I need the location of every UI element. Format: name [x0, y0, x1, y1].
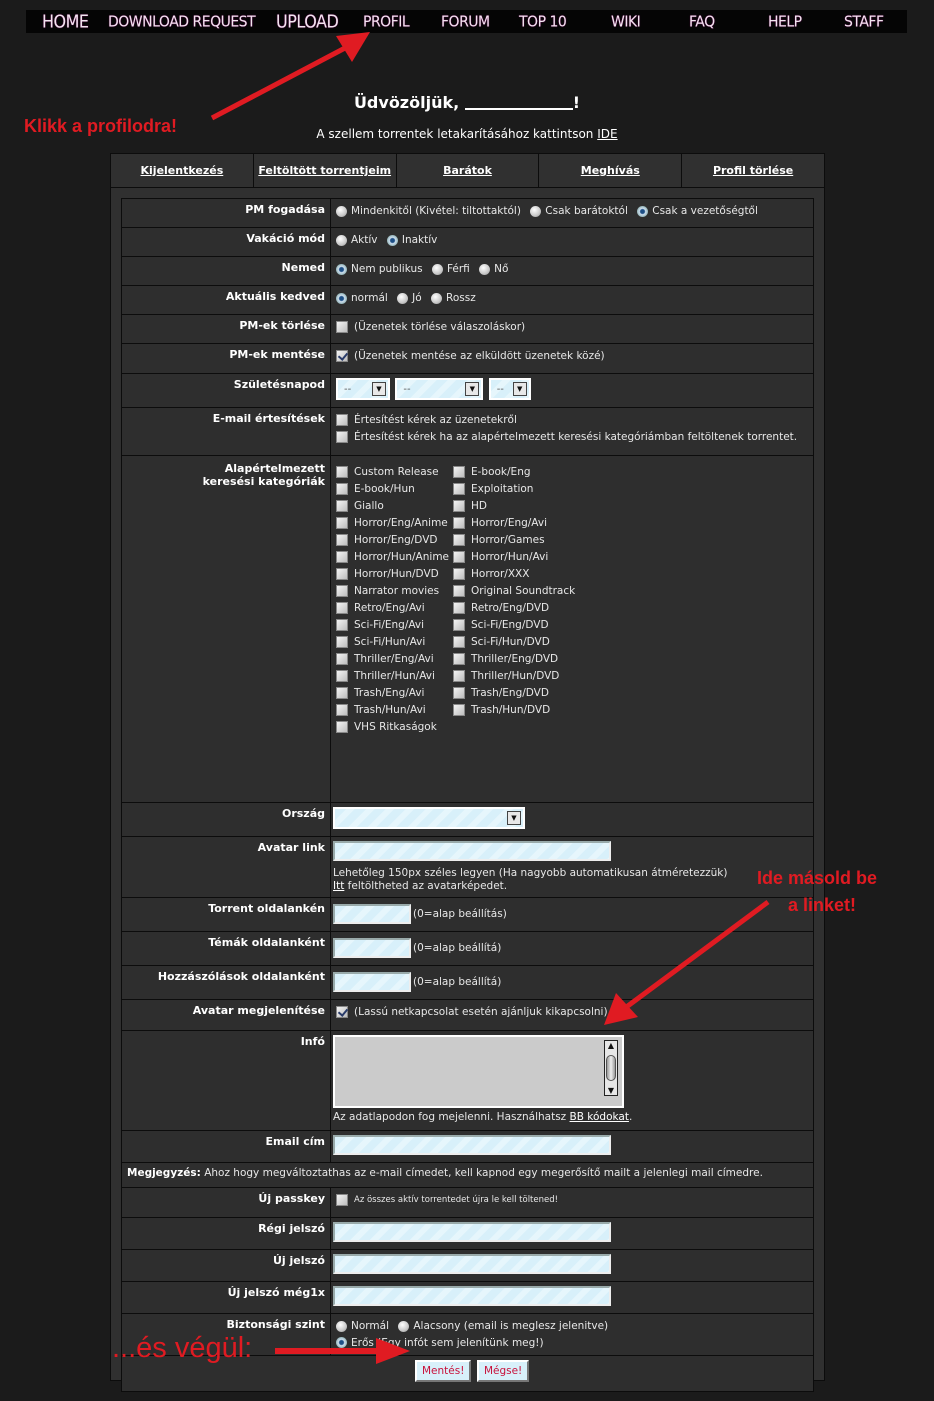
- arrow-head-save: [376, 1338, 410, 1364]
- arrow-to-profil: [210, 45, 347, 121]
- annotation-paste-link-1: Ide másold be: [757, 868, 878, 888]
- annotation-click-profile: Klikk a profilodra!: [24, 116, 178, 136]
- annotation-arrows: [210, 32, 770, 1364]
- annotation-finally: ...és végül:: [112, 1332, 253, 1364]
- annotation-paste-link-2: a linket!: [788, 895, 857, 915]
- arrow-head-profil: [336, 32, 370, 62]
- arrow-head-info: [604, 993, 638, 1025]
- arrow-to-info: [623, 899, 770, 1011]
